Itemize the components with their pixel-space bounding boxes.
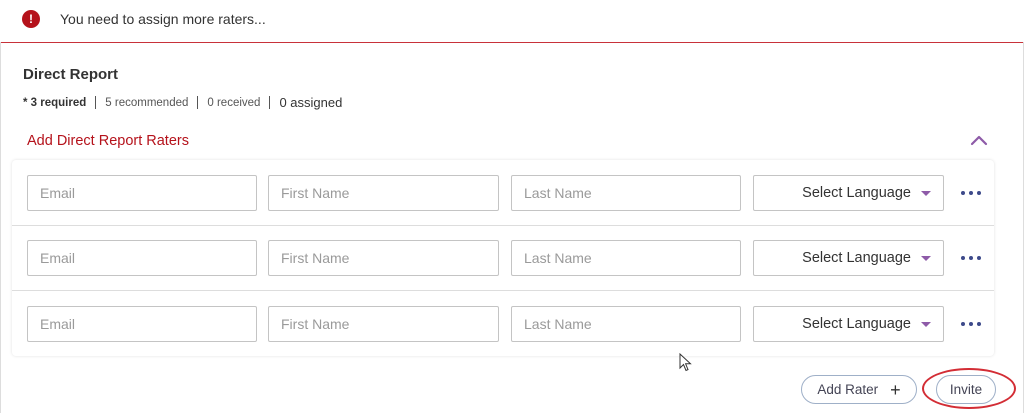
invite-button[interactable]: Invite (936, 375, 996, 404)
mouse-cursor-icon (679, 353, 692, 372)
divider (197, 96, 199, 109)
divider (95, 96, 97, 109)
left-divider (0, 42, 1, 413)
caret-down-icon (921, 321, 931, 327)
alert-banner: ! You need to assign more raters... (0, 0, 1024, 43)
more-options-icon[interactable] (961, 186, 981, 200)
recommended-count: 5 recommended (105, 96, 189, 109)
caret-down-icon (921, 190, 931, 196)
rater-rows: Select Language Select Language Select L… (12, 160, 994, 356)
plus-icon: + (890, 379, 901, 400)
first-name-field[interactable] (268, 240, 499, 276)
email-field[interactable] (27, 175, 257, 211)
chevron-up-icon[interactable] (970, 134, 988, 146)
language-select[interactable]: Select Language (753, 175, 944, 211)
rater-row: Select Language (12, 225, 994, 291)
add-raters-heading[interactable]: Add Direct Report Raters (27, 133, 189, 149)
info-icon: ! (22, 10, 40, 28)
last-name-field[interactable] (511, 306, 741, 342)
add-rater-label: Add Rater (817, 382, 879, 397)
email-field[interactable] (27, 306, 257, 342)
language-select-label: Select Language (802, 250, 911, 266)
assigned-count: 0 assigned (279, 95, 343, 110)
add-rater-button[interactable]: Add Rater + (801, 375, 917, 404)
first-name-field[interactable] (268, 306, 499, 342)
more-options-icon[interactable] (961, 251, 981, 265)
rater-row: Select Language (12, 291, 994, 356)
rater-summary: * 3 required 5 recommended 0 received 0 … (23, 95, 342, 110)
last-name-field[interactable] (511, 240, 741, 276)
last-name-field[interactable] (511, 175, 741, 211)
rater-row: Select Language (12, 160, 994, 226)
language-select[interactable]: Select Language (753, 240, 944, 276)
first-name-field[interactable] (268, 175, 499, 211)
language-select-label: Select Language (802, 316, 911, 332)
alert-message: You need to assign more raters... (60, 11, 266, 27)
required-count: * 3 required (23, 96, 87, 109)
caret-down-icon (921, 255, 931, 261)
divider (269, 96, 271, 109)
received-count: 0 received (207, 96, 261, 109)
email-field[interactable] (27, 240, 257, 276)
section-title: Direct Report (23, 66, 119, 83)
language-select-label: Select Language (802, 185, 911, 201)
more-options-icon[interactable] (961, 317, 981, 331)
language-select[interactable]: Select Language (753, 306, 944, 342)
